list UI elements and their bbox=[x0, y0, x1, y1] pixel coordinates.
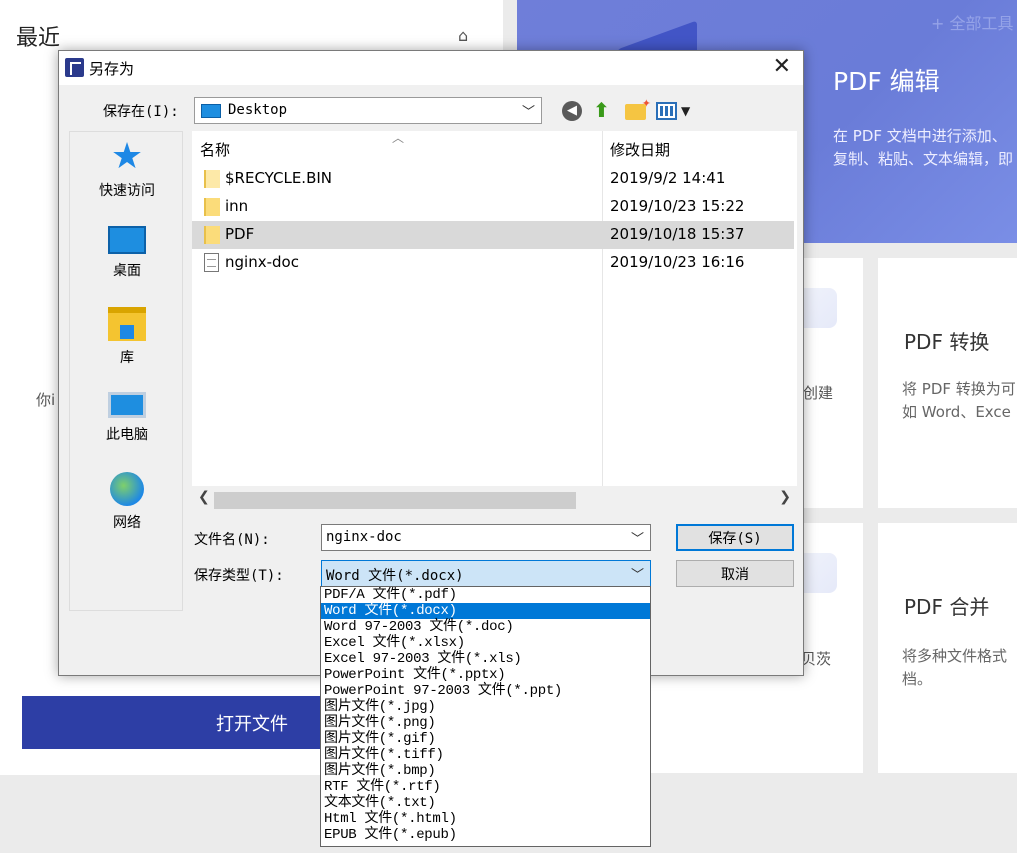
file-date: 2019/9/2 14:41 bbox=[610, 169, 726, 187]
file-name: $RECYCLE.BIN bbox=[225, 169, 333, 187]
filetype-option[interactable]: PowerPoint 文件(*.pptx) bbox=[321, 667, 650, 683]
save-in-value: Desktop bbox=[228, 102, 288, 118]
pdf-merge-desc: 将多种文件格式 档。 bbox=[902, 647, 1008, 688]
place-label: 桌面 bbox=[113, 263, 141, 279]
sort-ascending-icon: ︿ bbox=[392, 131, 405, 145]
place-desktop[interactable]: 桌面 bbox=[70, 226, 184, 280]
scroll-left-icon[interactable]: ❮ bbox=[198, 489, 210, 505]
place-network[interactable]: 网络 bbox=[70, 472, 184, 532]
save-in-label: 保存在(I): bbox=[103, 104, 179, 120]
place-label: 快速访问 bbox=[99, 183, 155, 199]
place-label: 库 bbox=[120, 350, 134, 366]
pdf-edit-desc: 在 PDF 文档中进行添加、 复制、粘贴、文本编辑，即 bbox=[833, 127, 1014, 168]
new-folder-icon[interactable] bbox=[625, 97, 651, 120]
file-name: nginx-doc bbox=[225, 253, 299, 271]
file-name: inn bbox=[225, 197, 249, 215]
filetype-option[interactable]: 文本文件(*.txt) bbox=[321, 795, 650, 811]
filename-label: 文件名(N): bbox=[194, 532, 270, 548]
document-icon bbox=[204, 253, 219, 272]
chevron-down-icon[interactable]: ﹀ bbox=[522, 101, 535, 120]
pdf-merge-title: PDF 合并 bbox=[904, 595, 990, 619]
filetype-option[interactable]: RTF 文件(*.rtf) bbox=[321, 779, 650, 795]
filetype-option[interactable]: 图片文件(*.tiff) bbox=[321, 747, 650, 763]
scrollbar-thumb[interactable] bbox=[214, 492, 576, 509]
save-in-combo[interactable]: Desktop ﹀ bbox=[194, 97, 542, 124]
file-date: 2019/10/23 15:22 bbox=[610, 197, 745, 215]
filetype-option[interactable]: 图片文件(*.jpg) bbox=[321, 699, 650, 715]
filetype-option[interactable]: Word 97-2003 文件(*.doc) bbox=[321, 619, 650, 635]
place-this-pc[interactable]: 此电脑 bbox=[70, 392, 184, 444]
column-header-modified[interactable]: 修改日期 bbox=[610, 139, 670, 160]
bates-card-fragment: 贝茨 bbox=[801, 650, 832, 668]
close-icon[interactable]: ✕ bbox=[773, 55, 791, 79]
chevron-down-icon[interactable]: ﹀ bbox=[631, 528, 644, 547]
network-icon bbox=[110, 472, 144, 506]
folder-icon bbox=[204, 170, 220, 188]
place-label: 网络 bbox=[113, 515, 141, 531]
file-list: ︿ 名称 修改日期 $RECYCLE.BIN 2019/9/2 14:41 in… bbox=[192, 131, 797, 514]
save-as-dialog: 另存为 ✕ 保存在(I): Desktop ﹀ ◀ ⬆ ▼ ★ 快速访问 桌面 … bbox=[58, 50, 804, 676]
column-header-name[interactable]: 名称 bbox=[200, 139, 230, 160]
pdf-convert-card[interactable]: PDF 转换 将 PDF 转换为可 如 Word、Exce bbox=[878, 258, 1017, 508]
pdf-edit-title: PDF 编辑 bbox=[833, 67, 940, 96]
filetype-option[interactable]: Excel 文件(*.xlsx) bbox=[321, 635, 650, 651]
filetype-dropdown-list: PDF/A 文件(*.pdf) Word 文件(*.docx) Word 97-… bbox=[320, 586, 651, 847]
dialog-title: 另存为 bbox=[89, 60, 135, 78]
filetype-label: 保存类型(T): bbox=[194, 568, 284, 584]
filetype-option[interactable]: 图片文件(*.png) bbox=[321, 715, 650, 731]
place-quick-access[interactable]: ★ 快速访问 bbox=[70, 136, 184, 200]
filename-input[interactable]: nginx-doc ﹀ bbox=[321, 524, 651, 551]
file-name: PDF bbox=[225, 225, 255, 243]
pdf-merge-card[interactable]: PDF 合并 将多种文件格式 档。 bbox=[878, 523, 1017, 773]
app-logo-icon bbox=[65, 58, 84, 77]
save-button[interactable]: 保存(S) bbox=[676, 524, 794, 551]
file-date: 2019/10/18 15:37 bbox=[610, 225, 745, 243]
library-icon bbox=[108, 307, 146, 341]
chevron-down-icon[interactable]: ﹀ bbox=[631, 564, 644, 583]
file-row[interactable]: nginx-doc 2019/10/23 16:16 bbox=[192, 249, 794, 277]
file-date: 2019/10/23 16:16 bbox=[610, 253, 745, 271]
file-row[interactable]: $RECYCLE.BIN 2019/9/2 14:41 bbox=[192, 165, 794, 193]
filetype-option[interactable]: Excel 97-2003 文件(*.xls) bbox=[321, 651, 650, 667]
pdf-convert-desc: 将 PDF 转换为可 如 Word、Exce bbox=[902, 380, 1016, 421]
folder-icon bbox=[204, 226, 220, 244]
horizontal-scrollbar[interactable]: ❮ ❯ bbox=[192, 486, 797, 514]
recent-title: 最近 bbox=[16, 26, 61, 51]
filename-value: nginx-doc bbox=[326, 529, 402, 545]
places-bar: ★ 快速访问 桌面 库 此电脑 网络 bbox=[69, 131, 183, 611]
create-card-fragment: 创建 bbox=[803, 384, 834, 402]
file-row-selected[interactable]: PDF 2019/10/18 15:37 bbox=[192, 221, 794, 249]
filetype-option[interactable]: EPUB 文件(*.epub) bbox=[321, 827, 650, 843]
scroll-right-icon[interactable]: ❯ bbox=[779, 489, 791, 505]
filetype-option[interactable]: 图片文件(*.gif) bbox=[321, 731, 650, 747]
file-row[interactable]: inn 2019/10/23 15:22 bbox=[192, 193, 794, 221]
folder-icon bbox=[204, 198, 220, 216]
cancel-button[interactable]: 取消 bbox=[676, 560, 794, 587]
filetype-select[interactable]: Word 文件(*.docx) ﹀ bbox=[321, 560, 651, 587]
desktop-icon bbox=[201, 104, 221, 118]
hint-text: 你i bbox=[36, 391, 56, 409]
filetype-value: Word 文件(*.docx) bbox=[326, 568, 464, 584]
filetype-option[interactable]: Html 文件(*.html) bbox=[321, 811, 650, 827]
filetype-option[interactable]: 图片文件(*.bmp) bbox=[321, 763, 650, 779]
filetype-option[interactable]: PowerPoint 97-2003 文件(*.ppt) bbox=[321, 683, 650, 699]
place-label: 此电脑 bbox=[106, 427, 148, 443]
view-menu-icon[interactable] bbox=[656, 102, 677, 120]
dialog-titlebar[interactable]: 另存为 ✕ bbox=[59, 51, 803, 85]
all-tools-label[interactable]: + 全部工具 bbox=[931, 10, 1014, 34]
clean-icon[interactable]: ⌂ bbox=[458, 26, 476, 46]
up-folder-icon[interactable]: ⬆ bbox=[593, 100, 613, 121]
computer-icon bbox=[108, 392, 146, 418]
filetype-option[interactable]: PDF/A 文件(*.pdf) bbox=[321, 587, 650, 603]
desktop-icon bbox=[108, 226, 146, 254]
place-libraries[interactable]: 库 bbox=[70, 307, 184, 367]
pdf-convert-title: PDF 转换 bbox=[904, 330, 990, 354]
back-icon[interactable]: ◀ bbox=[562, 101, 582, 121]
star-icon: ★ bbox=[110, 136, 144, 177]
view-caret-icon[interactable]: ▼ bbox=[681, 104, 690, 118]
filetype-option-selected[interactable]: Word 文件(*.docx) bbox=[321, 603, 650, 619]
